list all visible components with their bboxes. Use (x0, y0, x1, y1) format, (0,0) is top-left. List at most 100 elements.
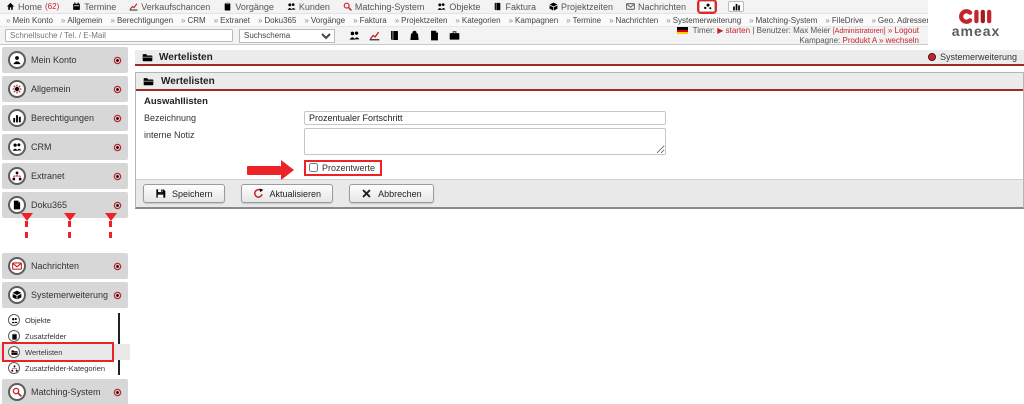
nav-matching-system[interactable]: Matching-System (343, 2, 425, 12)
sidebar-item-systemerweiterung[interactable]: Systemerweiterung (2, 282, 128, 308)
nav-faktura[interactable]: Faktura (493, 2, 536, 12)
ameax-logo-text: ameax (952, 25, 1001, 37)
sidebar-item-berechtigungen[interactable]: Berechtigungen (2, 105, 128, 131)
book-icon (493, 2, 502, 11)
users-icon (349, 30, 360, 41)
nav-vorgaenge[interactable]: Vorgänge (223, 2, 274, 12)
briefcase-shortcut-button[interactable] (447, 29, 462, 42)
nav-termine[interactable]: Termine (72, 2, 116, 12)
person-icon (8, 51, 26, 69)
breadcrumb-termine[interactable]: »Termine (566, 16, 601, 25)
bezeichnung-input[interactable] (304, 111, 666, 125)
search-icon (343, 2, 352, 11)
breadcrumb-mein-konto[interactable]: »Mein Konto (6, 16, 53, 25)
clipboard-icon (223, 2, 232, 11)
save-button[interactable]: Speichern (143, 184, 225, 203)
main-content: Wertelisten Systemerweiterung Werteliste… (135, 47, 1024, 404)
folder-icon (142, 52, 153, 63)
nav-label: Projektzeiten (561, 2, 613, 12)
app-logo: ameax (928, 0, 1024, 45)
save-disk-icon (155, 188, 166, 199)
nav-home[interactable]: Home (62) (6, 2, 59, 12)
nav-label: Home (18, 2, 42, 12)
gear-icon (8, 80, 26, 98)
sidebar-item-nachrichten[interactable]: Nachrichten (2, 253, 128, 279)
page-header: Wertelisten Systemerweiterung (135, 50, 1024, 66)
german-flag-icon (677, 27, 688, 34)
expand-target-icon[interactable] (113, 114, 122, 123)
timer-start-link[interactable]: ▶ starten (717, 26, 750, 35)
document-shortcut-button[interactable] (427, 29, 442, 42)
hierarchy-icon (8, 362, 20, 374)
line-chart-icon (129, 2, 138, 11)
breadcrumb-kategorien[interactable]: »Kategorien (455, 16, 500, 25)
submenu-item-objekte[interactable]: Objekte (0, 312, 130, 328)
nav-objekte[interactable]: Objekte (437, 2, 480, 12)
breadcrumb-matching-system[interactable]: »Matching-System (749, 16, 817, 25)
campaign-switch-link[interactable]: » wechseln (879, 36, 919, 45)
user-name: Max Meier (793, 26, 830, 35)
nav-label: Nachrichten (638, 2, 686, 12)
expand-target-icon[interactable] (113, 201, 122, 210)
users-icon (287, 2, 296, 11)
sidebar-item-crm[interactable]: CRM (2, 134, 128, 160)
cancel-button[interactable]: Abbrechen (349, 184, 434, 203)
refresh-button[interactable]: Aktualisieren (241, 184, 334, 203)
nav-label: Faktura (505, 2, 536, 12)
statistics-button[interactable] (728, 1, 744, 12)
submenu-item-zusatzfelder[interactable]: Zusatzfelder (0, 328, 130, 344)
sales-chart-shortcut-button[interactable] (367, 29, 382, 42)
breadcrumb-crm[interactable]: »CRM (181, 16, 206, 25)
quick-search-input[interactable] (5, 29, 233, 42)
sidebar-item-extranet[interactable]: Extranet (2, 163, 128, 189)
search-schema-select[interactable]: Suchschema (239, 29, 335, 43)
sidebar-item-allgemein[interactable]: Allgemein (2, 76, 128, 102)
expand-target-icon[interactable] (113, 388, 122, 397)
expand-target-icon[interactable] (113, 85, 122, 94)
panel-title: Wertelisten (161, 76, 215, 87)
breadcrumb-vorgaenge[interactable]: »Vorgänge (304, 16, 345, 25)
submenu-item-wertelisten[interactable]: Wertelisten (0, 344, 130, 360)
interne-notiz-textarea[interactable] (304, 128, 666, 155)
expand-target-icon[interactable] (113, 262, 122, 271)
close-x-icon (361, 188, 372, 199)
breadcrumb-geo-adressen[interactable]: »Geo. Adressen (871, 16, 930, 25)
breadcrumb-faktura[interactable]: »Faktura (353, 16, 387, 25)
ledger-shortcut-button[interactable] (387, 29, 402, 42)
wertelisten-panel: Wertelisten Auswahllisten Bezeichnung in… (135, 72, 1024, 209)
expand-target-icon[interactable] (113, 172, 122, 181)
breadcrumb: »Mein Konto »Allgemein »Berechtigungen »… (0, 13, 1024, 26)
breadcrumb-nachrichten[interactable]: »Nachrichten (609, 16, 658, 25)
expand-target-icon[interactable] (113, 56, 122, 65)
contacts-shortcut-button[interactable] (347, 29, 362, 42)
breadcrumb-allgemein[interactable]: »Allgemein (61, 16, 103, 25)
breadcrumb-berechtigungen[interactable]: »Berechtigungen (111, 16, 174, 25)
nav-nachrichten[interactable]: Nachrichten (626, 2, 686, 12)
submenu-item-zusatzfelder-kategorien[interactable]: Zusatzfelder-Kategorien (0, 360, 130, 376)
breadcrumb-kampagnen[interactable]: »Kampagnen (509, 16, 559, 25)
folder-icon (8, 346, 20, 358)
levels-icon (8, 109, 26, 127)
expand-target-icon[interactable] (113, 291, 122, 300)
breadcrumb-filedrive[interactable]: »FileDrive (825, 16, 863, 25)
package-icon (8, 286, 26, 304)
wertelisten-form: Auswahllisten Bezeichnung interne Notiz … (136, 91, 1023, 179)
matching-dots-button[interactable] (699, 1, 715, 12)
nav-kunden[interactable]: Kunden (287, 2, 330, 12)
mail-icon (626, 2, 635, 11)
breadcrumb-extranet[interactable]: »Extranet (214, 16, 250, 25)
prozentwerte-checkbox[interactable] (309, 163, 318, 172)
breadcrumb-doku365[interactable]: »Doku365 (258, 16, 296, 25)
prozentwerte-row: Prozentwerte (304, 158, 1015, 177)
expand-target-icon[interactable] (113, 143, 122, 152)
nav-projektzeiten[interactable]: Projektzeiten (549, 2, 613, 12)
breadcrumb-systemerweiterung[interactable]: »Systemerweiterung (666, 16, 741, 25)
shopping-bag-shortcut-button[interactable] (407, 29, 422, 42)
users-icon (437, 2, 446, 11)
nav-verkaufschancen[interactable]: Verkaufschancen (129, 2, 210, 12)
campaign-value: Produkt A (842, 36, 876, 45)
sidebar-item-matching-system[interactable]: Matching-System (2, 379, 128, 404)
logout-link[interactable]: » Logout (888, 26, 919, 35)
sidebar-item-mein-konto[interactable]: Mein Konto (2, 47, 128, 73)
breadcrumb-projektzeiten[interactable]: »Projektzeiten (395, 16, 448, 25)
